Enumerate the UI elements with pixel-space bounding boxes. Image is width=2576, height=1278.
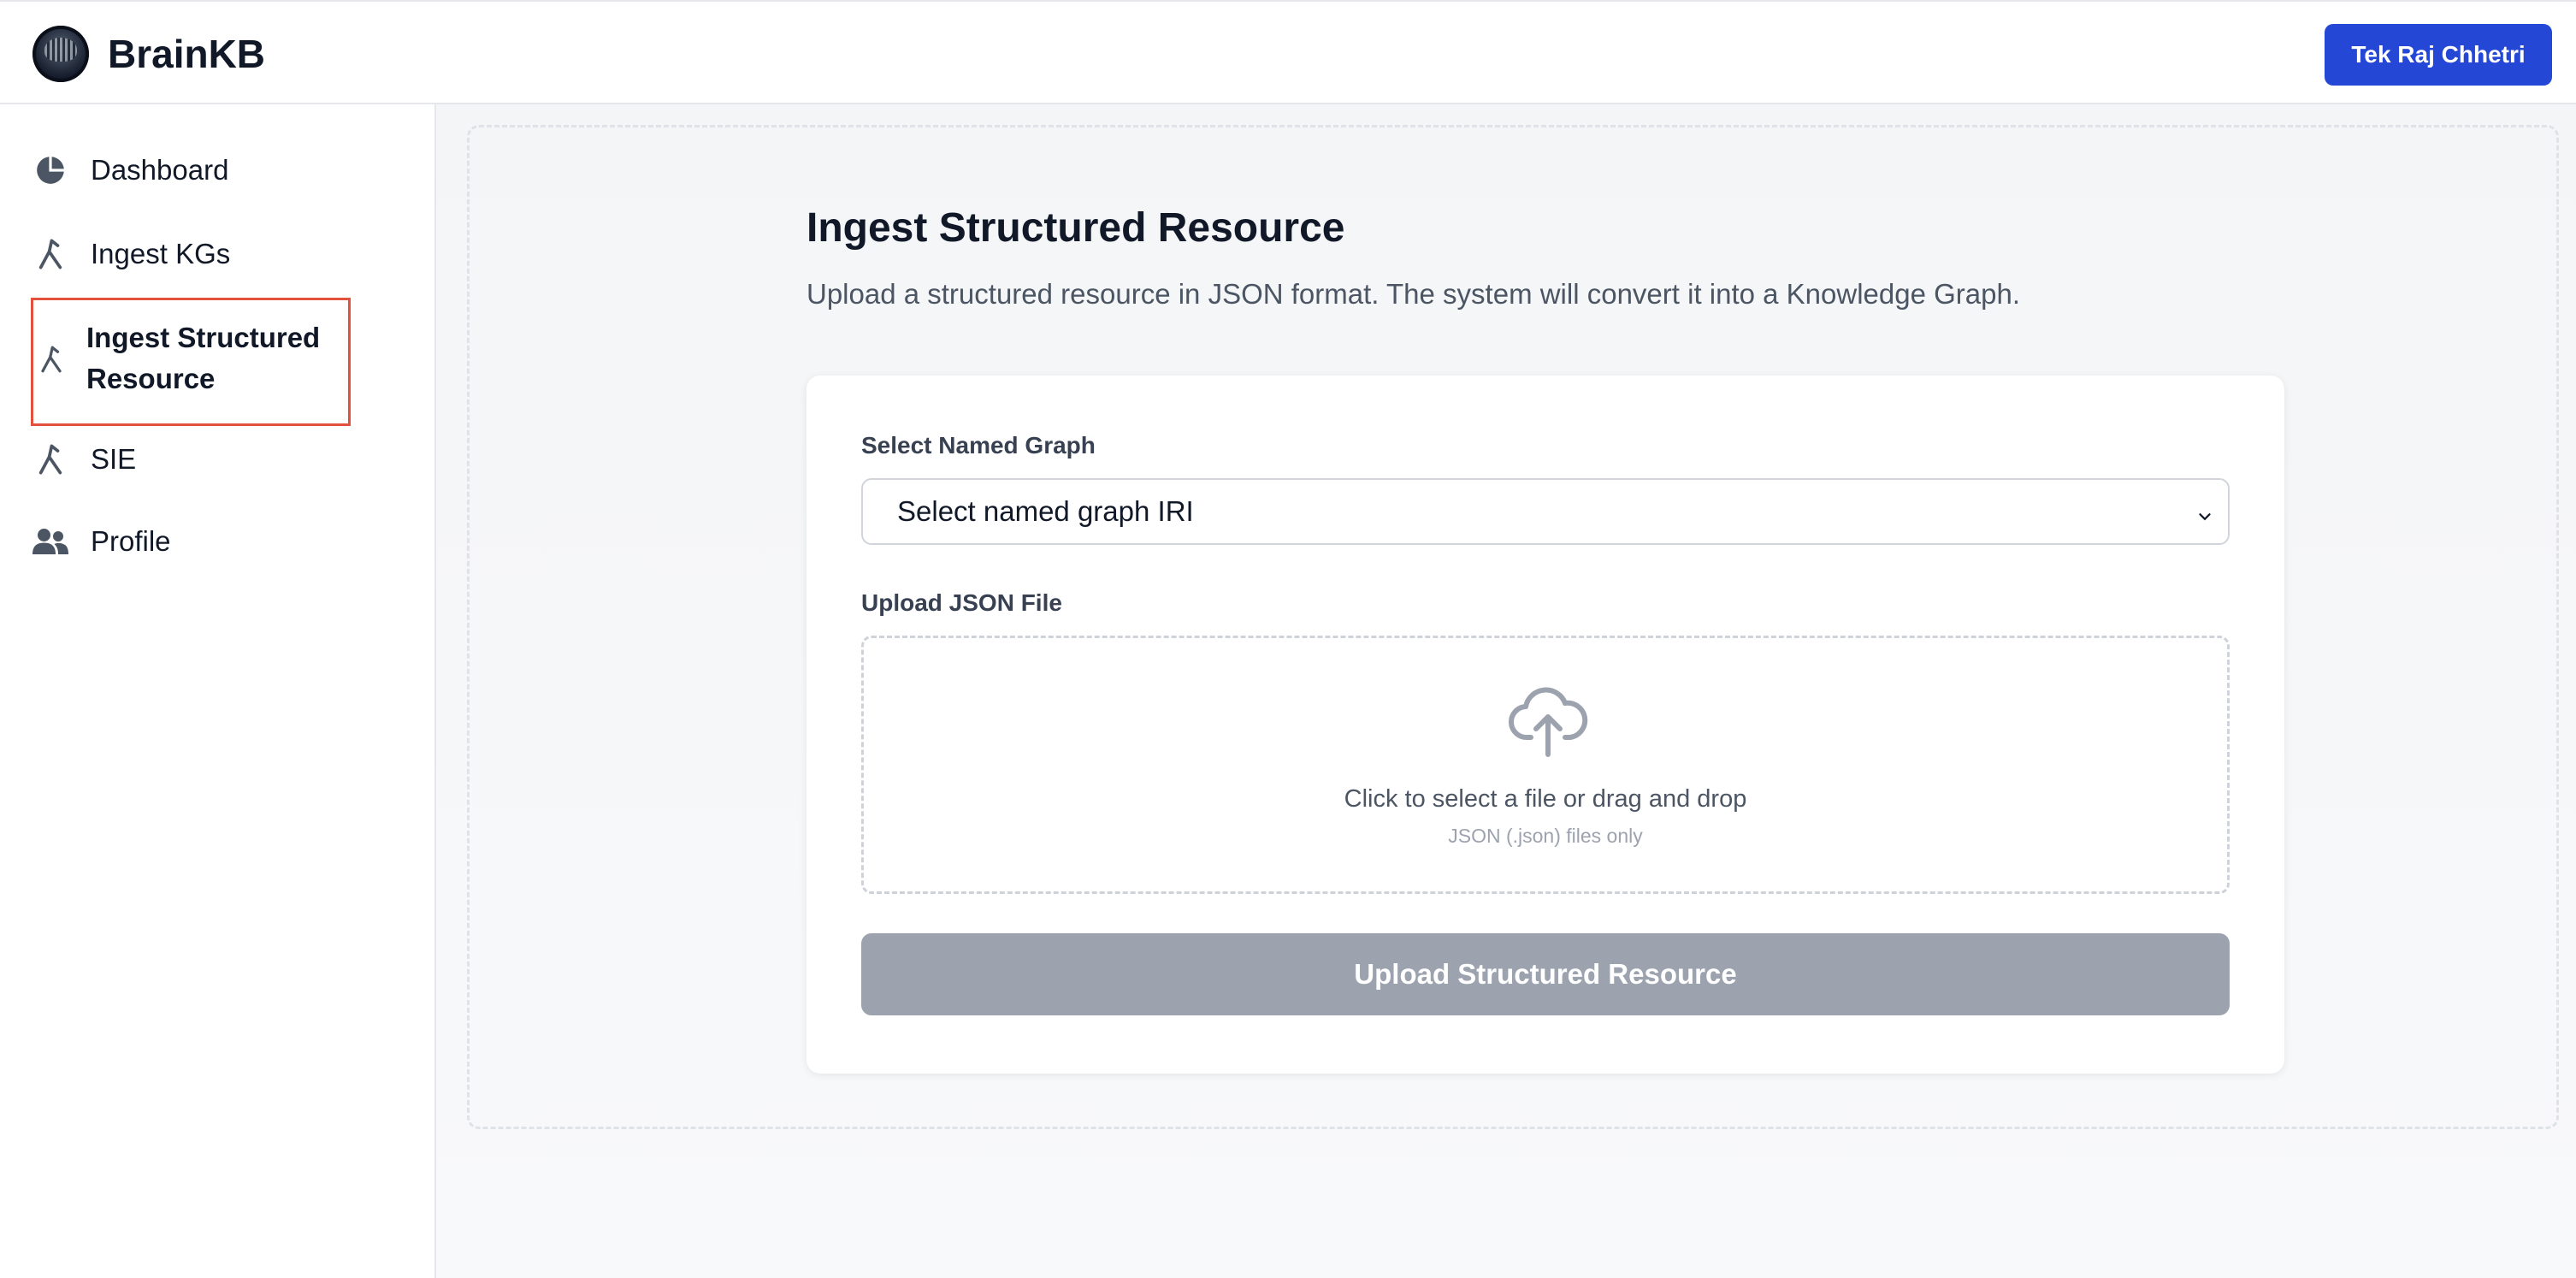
sidebar-item-ingest-kgs[interactable]: Ingest KGs bbox=[32, 236, 230, 272]
named-graph-select-value: Select named graph IRI bbox=[897, 495, 1194, 527]
sidebar-item-label: Profile bbox=[91, 525, 171, 557]
chevron-down-icon bbox=[2195, 500, 2214, 533]
user-menu-button[interactable]: Tek Raj Chhetri bbox=[2325, 24, 2552, 86]
brand-name[interactable]: BrainKB bbox=[108, 27, 265, 80]
sidebar-item-label: SIE bbox=[91, 443, 137, 475]
dropzone-instruction: Click to select a file or drag and drop bbox=[1344, 785, 1747, 813]
named-graph-select[interactable]: Select named graph IRI bbox=[861, 478, 2230, 545]
upload-structured-resource-button[interactable]: Upload Structured Resource bbox=[861, 933, 2230, 1015]
upload-json-label: Upload JSON File bbox=[861, 589, 1062, 616]
ingest-form-card: Select Named Graph Select named graph IR… bbox=[806, 376, 2284, 1074]
ingest-icon bbox=[32, 441, 68, 477]
pie-chart-icon bbox=[32, 152, 68, 188]
sidebar-item-label: Ingest Structured Resource bbox=[86, 322, 321, 394]
sidebar-item-ingest-structured-resource[interactable]: Ingest Structured Resource bbox=[31, 298, 351, 426]
sidebar-item-label: Dashboard bbox=[91, 154, 229, 186]
ingest-icon bbox=[33, 341, 69, 377]
sidebar-item-dashboard[interactable]: Dashboard bbox=[32, 152, 228, 188]
sidebar-item-label: Ingest KGs bbox=[91, 238, 231, 269]
sidebar: Dashboard Ingest KGs Ingest Structured R… bbox=[0, 104, 436, 1278]
page-title: Ingest Structured Resource bbox=[806, 205, 1345, 251]
dropzone-file-type-hint: JSON (.json) files only bbox=[1448, 825, 1643, 847]
content-frame: Ingest Structured Resource Upload a stru… bbox=[467, 125, 2559, 1129]
named-graph-label: Select Named Graph bbox=[861, 432, 1096, 459]
file-dropzone[interactable]: Click to select a file or drag and drop … bbox=[861, 636, 2230, 894]
brainkb-logo-icon[interactable] bbox=[32, 26, 89, 82]
main-content: Ingest Structured Resource Upload a stru… bbox=[436, 104, 2576, 1278]
page-description: Upload a structured resource in JSON for… bbox=[806, 278, 2021, 310]
ingest-icon bbox=[32, 236, 68, 272]
users-icon bbox=[32, 524, 68, 559]
sidebar-item-profile[interactable]: Profile bbox=[32, 524, 171, 559]
top-bar: BrainKB Tek Raj Chhetri bbox=[0, 0, 2576, 104]
cloud-upload-icon bbox=[1507, 679, 1589, 761]
sidebar-item-sie[interactable]: SIE bbox=[32, 441, 136, 477]
